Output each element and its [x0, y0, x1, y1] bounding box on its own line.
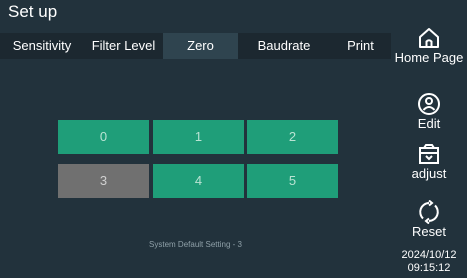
- current-time: 09:15:12: [407, 262, 451, 274]
- tab-bar: Sensitivity Filter Level Zero Baudrate P…: [0, 33, 391, 59]
- reset-button[interactable]: Reset: [391, 200, 467, 239]
- sidebar: Home Page Edit adjust Reset: [391, 0, 467, 278]
- tab-filter-level[interactable]: Filter Level: [84, 33, 163, 59]
- edit-label: Edit: [417, 116, 441, 131]
- date-time-display: 2024/10/12 09:15:12: [391, 249, 467, 275]
- zero-option-4[interactable]: 4: [153, 164, 244, 198]
- current-date: 2024/10/12: [401, 249, 457, 261]
- adjust-icon: [419, 144, 439, 164]
- zero-option-2[interactable]: 2: [247, 120, 338, 154]
- home-page-label: Home Page: [394, 50, 464, 65]
- home-icon: [419, 28, 439, 48]
- reset-icon: [419, 200, 439, 224]
- zero-option-5[interactable]: 5: [247, 164, 338, 198]
- zero-option-0[interactable]: 0: [58, 120, 149, 154]
- tab-print[interactable]: Print: [330, 33, 391, 59]
- zero-option-1[interactable]: 1: [153, 120, 244, 154]
- zero-option-3[interactable]: 3: [58, 164, 149, 198]
- default-setting-note: System Default Setting - 3: [149, 240, 242, 249]
- edit-button[interactable]: Edit: [391, 92, 467, 131]
- tab-sensitivity[interactable]: Sensitivity: [0, 33, 84, 59]
- page-title: Set up: [8, 2, 58, 21]
- reset-label: Reset: [412, 224, 446, 239]
- home-page-button[interactable]: Home Page: [391, 26, 467, 65]
- tab-zero[interactable]: Zero: [163, 33, 238, 59]
- user-icon: [418, 93, 440, 115]
- tab-baudrate[interactable]: Baudrate: [238, 33, 330, 59]
- adjust-button[interactable]: adjust: [391, 142, 467, 181]
- setup-screen: Set up Sensitivity Filter Level Zero Bau…: [0, 0, 467, 278]
- adjust-label: adjust: [411, 166, 447, 181]
